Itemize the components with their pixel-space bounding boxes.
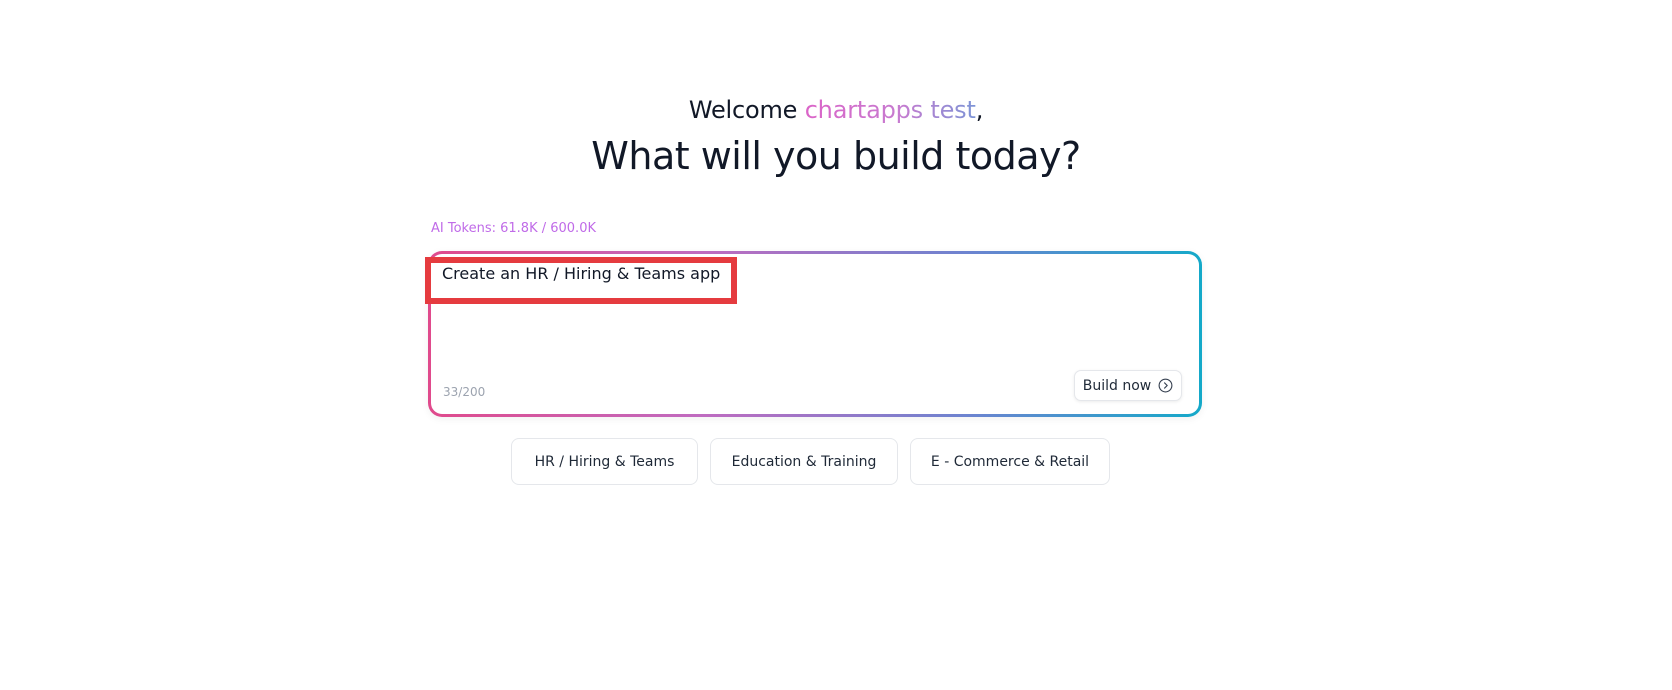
page-title: What will you build today? xyxy=(591,134,1081,178)
page: Welcome chartapps test, What will you bu… xyxy=(0,0,1672,690)
prompt-input-value[interactable]: Create an HR / Hiring & Teams app xyxy=(442,264,720,283)
welcome-prefix: Welcome xyxy=(688,96,798,124)
ai-tokens-usage: AI Tokens: 61.8K / 600.0K xyxy=(431,221,596,236)
user-name: chartapps test xyxy=(804,96,976,124)
character-counter: 33/200 xyxy=(443,385,486,399)
welcome-suffix: , xyxy=(975,96,984,124)
suggestion-chip-hr[interactable]: HR / Hiring & Teams xyxy=(511,438,698,485)
welcome-line: Welcome chartapps test, xyxy=(0,96,1672,124)
build-now-button[interactable]: Build now xyxy=(1074,370,1182,401)
build-now-label: Build now xyxy=(1082,377,1152,394)
suggestion-chip-ecommerce[interactable]: E - Commerce & Retail xyxy=(910,438,1110,485)
chevron-right-circle-icon xyxy=(1158,378,1173,393)
suggestion-chip-education[interactable]: Education & Training xyxy=(710,438,898,485)
